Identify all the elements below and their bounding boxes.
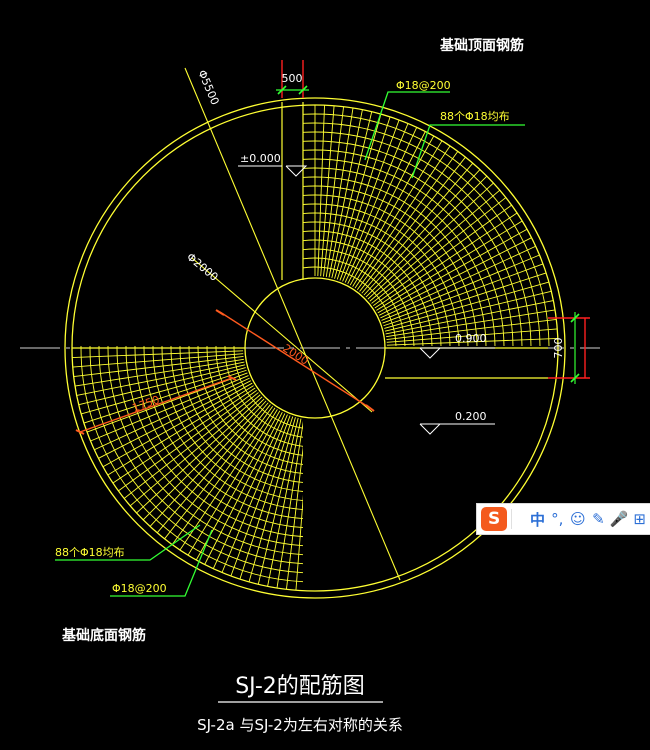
diameter-line: [184, 67, 401, 581]
dimension-lines: [79, 311, 371, 433]
radial-rebar: [380, 245, 536, 319]
radial-rebar: [102, 382, 253, 468]
rebar-drawing: 基础顶面钢筋 基础底面钢筋 Φ5500 Φ2000 2000 1750 500 …: [20, 37, 600, 734]
radial-rebar: [212, 413, 286, 569]
radial-rebar: [317, 105, 325, 277]
radial-rebar: [334, 114, 382, 279]
inner-diameter-label: Φ2000: [184, 250, 220, 284]
bottom-count-label: 88个Φ18均布: [55, 546, 125, 559]
radial-rebar: [248, 417, 296, 582]
sogou-logo-icon[interactable]: S: [481, 507, 508, 531]
top-count-label: 88个Φ18均布: [440, 110, 510, 123]
pen-icon[interactable]: ✎: [588, 507, 609, 531]
emoji-icon[interactable]: ☺: [568, 507, 589, 531]
main-title: SJ-2的配筋图: [235, 674, 365, 699]
language-toggle[interactable]: 中: [528, 507, 547, 531]
bottom-title: 基础底面钢筋: [62, 627, 146, 644]
bottom-spacing-label: Φ18@200: [112, 582, 167, 595]
punctuation-toggle[interactable]: °,: [547, 507, 568, 531]
dimension-ticks: [75, 309, 375, 435]
radial-rebar: [305, 420, 312, 591]
radial-rebar: [344, 127, 418, 283]
level-middle: 0.900: [455, 332, 487, 345]
right-height-label: 700: [552, 338, 565, 359]
radial-rebar: [377, 228, 528, 314]
toolbar-divider: [511, 509, 513, 529]
radial-rebar: [72, 350, 244, 358]
radial-rebar: [81, 367, 246, 415]
ime-toolbar[interactable]: S 中 °, ☺ ✎ 🎤 ⊞: [476, 503, 650, 535]
level-top: ±0.000: [240, 152, 281, 165]
gap-width-label: 500: [282, 72, 303, 85]
center-dim-label: 2000: [280, 342, 311, 368]
radial-rebar: [384, 281, 549, 329]
top-title: 基础顶面钢筋: [440, 37, 524, 54]
radial-rebar: [94, 377, 250, 451]
grid-icon[interactable]: ⊞: [629, 507, 650, 531]
labels: 基础顶面钢筋 基础底面钢筋 Φ5500 Φ2000 2000 1750 500 …: [55, 37, 565, 734]
level-bottom: 0.200: [455, 410, 487, 423]
top-spacing-label: Φ18@200: [396, 79, 451, 92]
subtitle: SJ-2a 与SJ-2为左右对称的关系: [197, 716, 403, 734]
radial-rebar: [349, 135, 435, 286]
mic-icon[interactable]: 🎤: [609, 507, 630, 531]
